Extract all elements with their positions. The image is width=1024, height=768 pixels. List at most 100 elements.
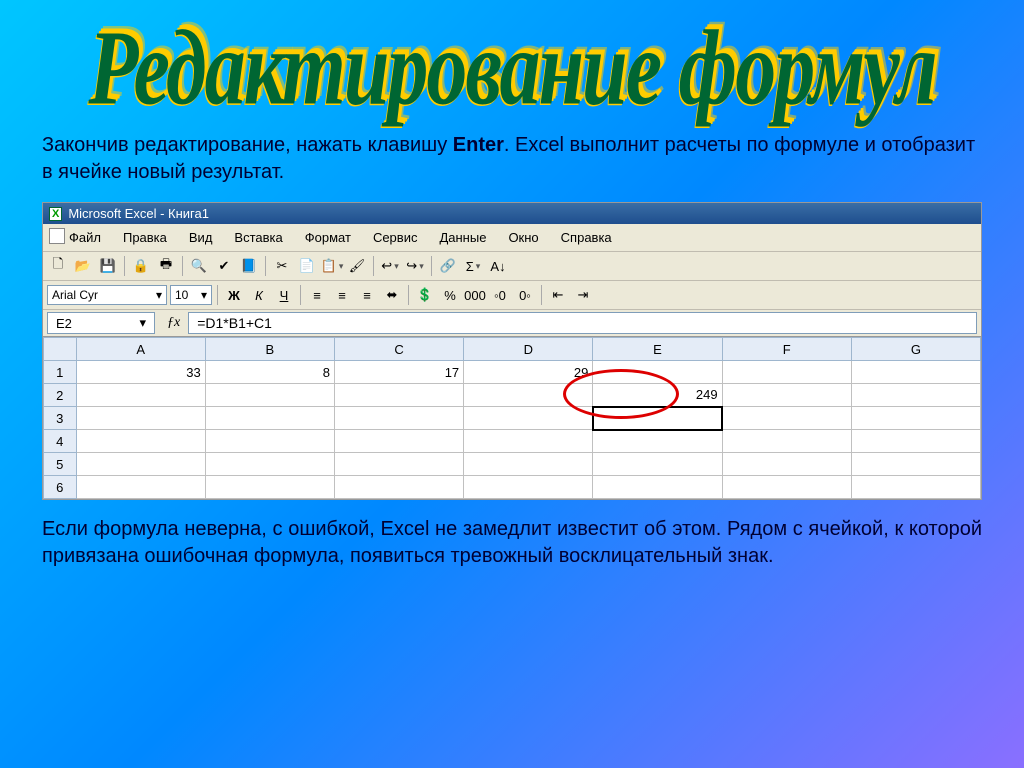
dec-decimal-icon[interactable]: 0◦ [514,284,536,306]
cell-e6[interactable] [593,476,722,499]
cell-a6[interactable] [76,476,205,499]
cell-g2[interactable] [851,384,980,407]
menu-data[interactable]: Данные [429,226,496,249]
cell-d1[interactable]: 29 [464,361,593,384]
menu-window[interactable]: Окно [498,226,548,249]
align-left-icon[interactable]: ≡ [306,284,328,306]
cell-b1[interactable]: 8 [205,361,334,384]
cell-e5[interactable] [593,453,722,476]
merge-icon[interactable]: ⬌ [381,284,403,306]
name-box[interactable]: E2▾ [47,312,155,334]
col-header-a[interactable]: A [76,338,205,361]
cell-d3[interactable] [464,407,593,430]
redo-icon[interactable]: ↪ [404,255,426,277]
cell-d5[interactable] [464,453,593,476]
format-painter-icon[interactable]: 🖌 [346,255,368,277]
cell-b5[interactable] [205,453,334,476]
col-header-d[interactable]: D [464,338,593,361]
sort-icon[interactable]: A↓ [487,255,509,277]
select-all-corner[interactable] [44,338,77,361]
cell-f1[interactable] [722,361,851,384]
undo-icon[interactable]: ↩ [379,255,401,277]
research-icon[interactable]: 📘 [238,255,260,277]
autosum-icon[interactable]: Σ [462,255,484,277]
cell-f6[interactable] [722,476,851,499]
row-header-3[interactable]: 3 [44,407,77,430]
italic-button[interactable]: К [248,284,270,306]
cell-c5[interactable] [334,453,463,476]
formula-input[interactable]: =D1*B1+C1 [188,312,977,334]
spell-icon[interactable]: ✔ [213,255,235,277]
currency-icon[interactable]: 💲 [414,284,436,306]
menu-view[interactable]: Вид [179,226,223,249]
row-header-5[interactable]: 5 [44,453,77,476]
open-icon[interactable]: 📂 [72,255,94,277]
align-center-icon[interactable]: ≡ [331,284,353,306]
align-right-icon[interactable]: ≡ [356,284,378,306]
col-header-g[interactable]: G [851,338,980,361]
row-header-2[interactable]: 2 [44,384,77,407]
preview-icon[interactable]: 🔍 [188,255,210,277]
cell-b3[interactable] [205,407,334,430]
cell-a2[interactable] [76,384,205,407]
cell-c4[interactable] [334,430,463,453]
cell-g5[interactable] [851,453,980,476]
row-header-4[interactable]: 4 [44,430,77,453]
cell-d6[interactable] [464,476,593,499]
permission-icon[interactable]: 🔒 [130,255,152,277]
col-header-f[interactable]: F [722,338,851,361]
cell-a5[interactable] [76,453,205,476]
cell-b4[interactable] [205,430,334,453]
bold-button[interactable]: Ж [223,284,245,306]
cell-a4[interactable] [76,430,205,453]
copy-icon[interactable]: 📄 [296,255,318,277]
percent-icon[interactable]: % [439,284,461,306]
cell-d4[interactable] [464,430,593,453]
col-header-e[interactable]: E [593,338,722,361]
cell-g6[interactable] [851,476,980,499]
cell-d2[interactable] [464,384,593,407]
cell-c3[interactable] [334,407,463,430]
fx-icon[interactable]: ƒx [159,315,188,331]
paste-icon[interactable]: 📋 [321,255,343,277]
cell-b2[interactable] [205,384,334,407]
cell-g1[interactable] [851,361,980,384]
inc-decimal-icon[interactable]: ◦0 [489,284,511,306]
cell-f4[interactable] [722,430,851,453]
menu-edit[interactable]: Правка [113,226,177,249]
menu-help[interactable]: Справка [551,226,622,249]
cell-f3[interactable] [722,407,851,430]
cell-e1[interactable] [593,361,722,384]
hyperlink-icon[interactable]: 🔗 [437,255,459,277]
cell-g3[interactable] [851,407,980,430]
cell-c2[interactable] [334,384,463,407]
new-icon[interactable]: 🗋 [47,255,69,277]
menu-format[interactable]: Формат [295,226,361,249]
cell-e3-selected[interactable] [593,407,722,430]
spreadsheet-grid[interactable]: A B C D E F G 1 33 8 17 29 2 249 3 4 [43,337,981,499]
dec-indent-icon[interactable]: ⇤ [547,284,569,306]
cell-e4[interactable] [593,430,722,453]
font-name-box[interactable]: Arial Cyr▾ [47,285,167,305]
cell-b6[interactable] [205,476,334,499]
cell-g4[interactable] [851,430,980,453]
cell-f5[interactable] [722,453,851,476]
cut-icon[interactable]: ✂ [271,255,293,277]
menu-insert[interactable]: Вставка [224,226,292,249]
cell-a1[interactable]: 33 [76,361,205,384]
cell-a3[interactable] [76,407,205,430]
comma-icon[interactable]: 000 [464,284,486,306]
font-size-box[interactable]: 10▾ [170,285,212,305]
print-icon[interactable]: 🖶 [155,255,177,277]
menu-file[interactable]: Файл [47,226,111,249]
underline-button[interactable]: Ч [273,284,295,306]
row-header-6[interactable]: 6 [44,476,77,499]
menu-tools[interactable]: Сервис [363,226,428,249]
save-icon[interactable]: 💾 [97,255,119,277]
row-header-1[interactable]: 1 [44,361,77,384]
col-header-b[interactable]: B [205,338,334,361]
cell-c1[interactable]: 17 [334,361,463,384]
cell-c6[interactable] [334,476,463,499]
col-header-c[interactable]: C [334,338,463,361]
cell-f2[interactable] [722,384,851,407]
